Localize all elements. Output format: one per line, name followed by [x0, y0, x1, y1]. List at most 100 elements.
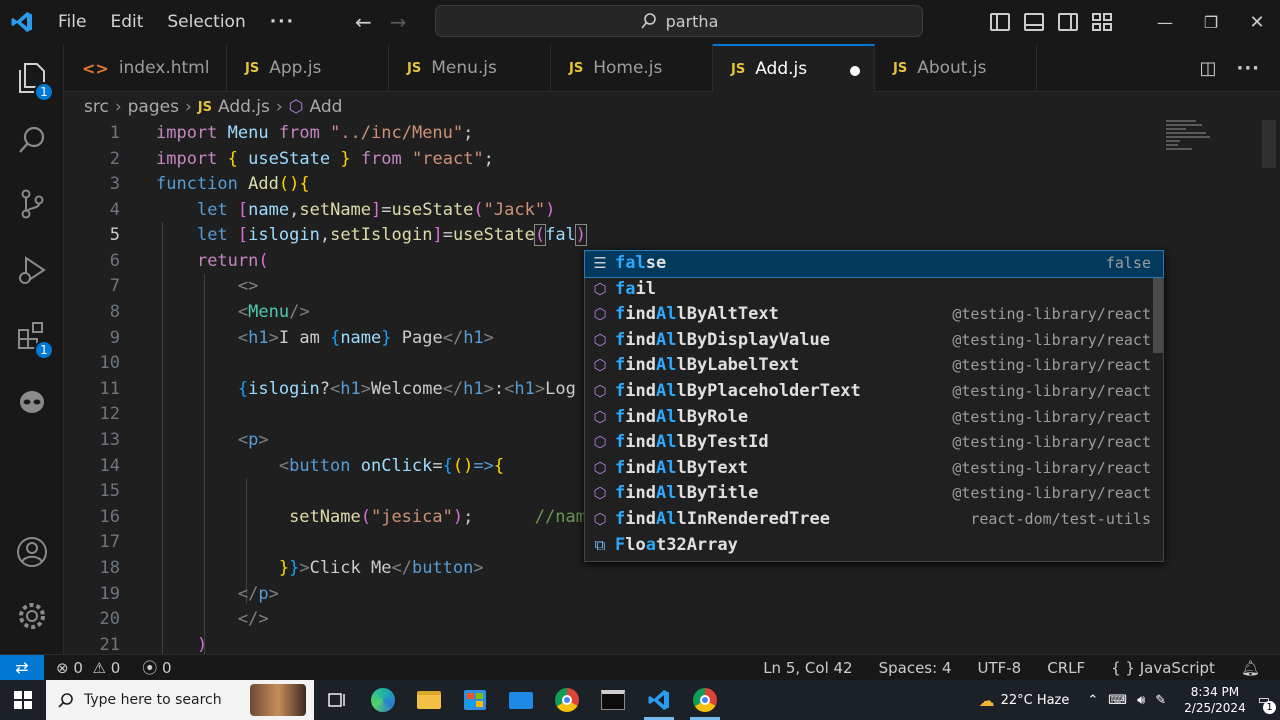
error-icon: ⊗ — [56, 658, 69, 677]
notification-center-icon[interactable]: ▭ 1 — [1258, 693, 1276, 714]
cube-icon: ⬡ — [593, 433, 607, 452]
minimize-icon[interactable]: — — [1142, 13, 1188, 32]
minimap[interactable] — [1166, 120, 1216, 170]
suggestion-item[interactable]: ⬡ findAllByPlaceholderText @testing-librar… — [585, 379, 1163, 405]
extensions-icon[interactable]: 1 — [12, 316, 54, 360]
suggestion-item[interactable]: ⬡ findAllByRole @testing-library/react — [585, 405, 1163, 431]
more-actions-icon[interactable]: ··· — [1236, 58, 1260, 79]
menu-edit[interactable]: Edit — [98, 0, 155, 44]
chrome-icon[interactable] — [544, 680, 590, 720]
tab-index-html[interactable]: <> index.html — [64, 44, 227, 92]
toggle-panel-icon[interactable] — [1024, 13, 1044, 31]
breadcrumb-file[interactable]: Add.js — [218, 97, 270, 117]
explorer-icon[interactable]: 1 — [12, 58, 54, 102]
braces-icon: { } — [1111, 658, 1135, 677]
indentation[interactable]: Spaces: 4 — [879, 659, 952, 677]
terminal-icon[interactable] — [590, 680, 636, 720]
menu-bar: File Edit Selection ··· — [46, 0, 307, 44]
breadcrumb-src[interactable]: src — [84, 97, 109, 117]
title-bar: File Edit Selection ··· ← → partha — ❐ ✕ — [0, 0, 1280, 44]
end-of-line[interactable]: CRLF — [1047, 659, 1085, 677]
mail-icon[interactable] — [498, 680, 544, 720]
forward-arrow-icon[interactable]: → — [390, 10, 407, 34]
cursor-position[interactable]: Ln 5, Col 42 — [763, 659, 852, 677]
pen-icon[interactable]: ✎ — [1155, 693, 1166, 708]
breadcrumb-symbol[interactable]: Add — [310, 97, 343, 117]
symbol-cube-icon: ⬡ — [288, 97, 304, 117]
suggestion-item[interactable]: ⬡ findAllByLabelText @testing-library/reac… — [585, 353, 1163, 379]
keyword-icon: ☰ — [593, 254, 607, 272]
unsaved-dot-icon[interactable] — [850, 66, 860, 76]
volume-icon[interactable]: 🔊︎ — [1137, 693, 1145, 708]
search-icon — [640, 13, 656, 29]
chrome-profile-icon[interactable] — [682, 680, 728, 720]
activity-bar: 1 1 — [0, 44, 64, 654]
menu-selection[interactable]: Selection — [155, 0, 257, 44]
microsoft-store-icon[interactable] — [452, 680, 498, 720]
suggestion-item[interactable]: ⬡ findAllByTestId @testing-library/react — [585, 430, 1163, 456]
vscode-taskbar-icon[interactable] — [636, 680, 682, 720]
toggle-secondary-sidebar-icon[interactable] — [1058, 13, 1078, 31]
chevron-right-icon: › — [184, 97, 192, 117]
suggestion-detail: false — [1105, 254, 1151, 272]
cube-icon: ⬡ — [593, 356, 607, 375]
command-center-search[interactable]: partha — [435, 5, 923, 37]
status-bar: ⇄ ⊗ 0 ⚠ 0 ⦿ 0 Ln 5, Col 42 Spaces: 4 UTF… — [0, 654, 1280, 681]
tab-label: Menu.js — [431, 58, 497, 78]
encoding[interactable]: UTF-8 — [977, 659, 1021, 677]
language-mode[interactable]: { } JavaScript — [1111, 659, 1215, 677]
remote-indicator-icon[interactable]: ⇄ — [0, 654, 44, 681]
system-clock[interactable]: 8:34 PM 2/25/2024 — [1184, 684, 1246, 716]
customize-layout-icon[interactable] — [1092, 13, 1112, 31]
network-icon[interactable]: ⌨︎ — [1108, 693, 1127, 708]
tab-app-js[interactable]: JS App.js — [227, 44, 389, 92]
breadcrumb-pages[interactable]: pages — [128, 97, 179, 117]
settings-gear-icon[interactable] — [12, 596, 52, 636]
class-icon: ⧉ — [594, 535, 606, 554]
taskbar-search[interactable]: Type here to search — [46, 680, 314, 720]
suggestion-item[interactable]: ⬡ findAllInRenderedTree react-dom/test-uti… — [585, 507, 1163, 533]
tab-about-js[interactable]: JS About.js — [875, 44, 1037, 92]
navigation-arrows: ← → — [355, 0, 407, 44]
alien-extension-icon[interactable] — [12, 382, 52, 422]
back-arrow-icon[interactable]: ← — [355, 10, 372, 34]
explorer-badge: 1 — [34, 82, 54, 102]
file-explorer-icon[interactable] — [406, 680, 452, 720]
tab-add-js[interactable]: JS Add.js — [713, 44, 875, 92]
notifications-bell-icon[interactable]: 🔔︎ — [1241, 659, 1260, 677]
cube-icon: ⬡ — [593, 509, 607, 528]
suggestion-item[interactable]: ⬡ findAllByAltText @testing-library/react — [585, 302, 1163, 328]
suggestion-item[interactable]: ⬡ findAllByDisplayValue @testing-library/r… — [585, 328, 1163, 354]
ports-indicator[interactable]: ⦿ 0 — [142, 657, 171, 678]
menu-more[interactable]: ··· — [258, 0, 307, 44]
scrollbar-thumb[interactable] — [1262, 120, 1276, 168]
toggle-primary-sidebar-icon[interactable] — [990, 13, 1010, 31]
menu-file[interactable]: File — [46, 0, 98, 44]
suggestion-item[interactable]: ⬡ findAllByText @testing-library/react — [585, 456, 1163, 482]
editor-scrollbar[interactable] — [1262, 120, 1276, 654]
run-debug-icon[interactable] — [12, 250, 52, 290]
antenna-icon: ⦿ — [142, 659, 158, 677]
tab-home-js[interactable]: JS Home.js — [551, 44, 713, 92]
weather-text[interactable]: 22°C Haze — [1001, 693, 1070, 708]
split-editor-icon[interactable]: ◫ — [1199, 58, 1216, 79]
close-icon[interactable]: ✕ — [1234, 12, 1280, 33]
suggestion-item[interactable]: ⬡ findAllByTitle @testing-library/react — [585, 481, 1163, 507]
tab-label: index.html — [118, 58, 210, 78]
restore-icon[interactable]: ❐ — [1188, 13, 1234, 32]
tab-menu-js[interactable]: JS Menu.js — [389, 44, 551, 92]
problems-indicator[interactable]: ⊗ 0 ⚠ 0 — [56, 659, 120, 677]
suggestion-item[interactable]: ☰ false false — [584, 250, 1164, 278]
weather-icon[interactable]: ☁︎ — [979, 691, 995, 710]
account-icon[interactable] — [12, 532, 52, 572]
edge-icon[interactable] — [360, 680, 406, 720]
source-control-icon[interactable] — [12, 184, 52, 224]
search-icon[interactable] — [12, 120, 52, 160]
task-view-icon[interactable] — [314, 680, 360, 720]
windows-taskbar: Type here to search ☁︎ 22°C Haze ⌃ ⌨︎ 🔊︎… — [0, 680, 1280, 720]
tab-label: App.js — [269, 58, 322, 78]
windows-start-icon[interactable] — [0, 680, 46, 720]
suggestion-item[interactable]: ⬡ fail — [585, 277, 1163, 303]
suggestion-item[interactable]: ⧉ Float32Array — [585, 533, 1163, 559]
chevron-up-icon[interactable]: ⌃ — [1087, 693, 1098, 708]
